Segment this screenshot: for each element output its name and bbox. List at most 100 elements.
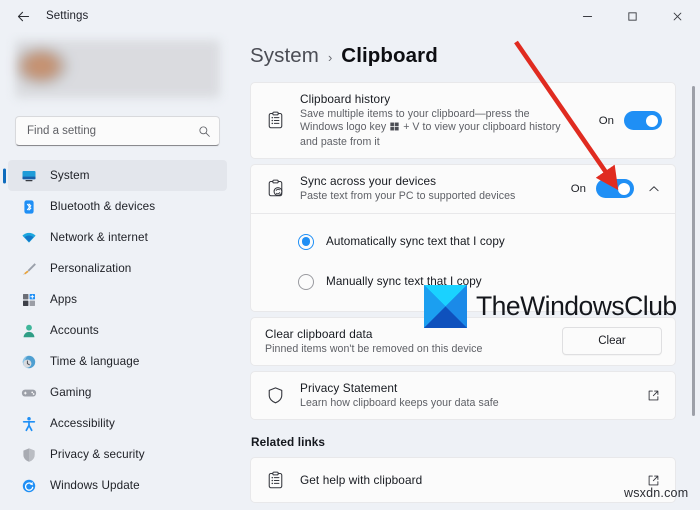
paintbrush-icon: [20, 260, 37, 277]
app-title: Settings: [46, 10, 89, 22]
clock-globe-icon: [20, 353, 37, 370]
sidebar-item-label: Time & language: [50, 355, 140, 368]
clear-button[interactable]: Clear: [562, 327, 662, 356]
clipboard-history-title: Clipboard history: [300, 92, 391, 106]
sync-devices-row[interactable]: Sync across your devices Paste text from…: [251, 165, 675, 212]
sidebar-item-gaming[interactable]: Gaming: [8, 377, 227, 408]
clear-clipboard-description: Pinned items won't be removed on this de…: [265, 342, 483, 355]
close-icon: [673, 12, 682, 20]
main-scrollbar[interactable]: [692, 86, 695, 416]
clipboard-history-toggle-state: On: [598, 114, 614, 127]
maximize-button[interactable]: [610, 0, 655, 32]
sidebar-item-time-language[interactable]: Time & language: [8, 346, 227, 377]
search-icon: [198, 125, 211, 138]
sync-devices-toggle[interactable]: [596, 179, 634, 199]
sidebar-item-label: Bluetooth & devices: [50, 200, 156, 213]
clipboard-history-text: Clipboard history Save multiple items to…: [300, 92, 589, 149]
get-help-control: [644, 474, 662, 487]
main-content: System › Clipboard Clipboard history Sav…: [235, 32, 700, 510]
back-arrow-icon: [17, 11, 29, 21]
clipboard-sync-icon: [264, 179, 286, 198]
sidebar-item-label: Gaming: [50, 386, 92, 399]
sync-devices-control: On: [570, 179, 662, 199]
clipboard-history-row[interactable]: Clipboard history Save multiple items to…: [251, 83, 675, 158]
gamepad-icon: [20, 384, 37, 401]
sync-option-automatic[interactable]: Automatically sync text that I copy: [251, 214, 675, 262]
sidebar-item-label: System: [50, 169, 90, 182]
sidebar: System Bluetooth & devices: [0, 32, 235, 510]
window-controls: [565, 0, 700, 32]
person-icon: [20, 322, 37, 339]
search-box[interactable]: [15, 116, 220, 146]
get-help-row[interactable]: Get help with clipboard: [251, 458, 675, 502]
description-line-2b: + V to view your clipboard history: [403, 121, 561, 134]
breadcrumb: System › Clipboard: [250, 32, 700, 82]
wifi-icon: [20, 229, 37, 246]
toggle-knob: [618, 182, 630, 195]
watermark-text: TheWindowsClub: [476, 291, 677, 321]
clear-clipboard-text: Clear clipboard data Pinned items won't …: [265, 327, 552, 356]
sidebar-item-label: Apps: [50, 293, 78, 306]
apps-grid-icon: [20, 291, 37, 308]
minimize-button[interactable]: [565, 0, 610, 32]
sidebar-item-system[interactable]: System: [8, 160, 227, 191]
clipboard-list-icon: [264, 111, 286, 130]
maximize-icon: [628, 11, 637, 21]
sidebar-item-apps[interactable]: Apps: [8, 284, 227, 315]
sync-devices-toggle-state: On: [570, 182, 586, 195]
clipboard-history-card: Clipboard history Save multiple items to…: [250, 82, 676, 160]
description-line-1: Save multiple items to your clipboard—pr…: [300, 108, 530, 120]
sync-devices-card: Sync across your devices Paste text from…: [250, 164, 676, 213]
sync-devices-title: Sync across your devices: [300, 174, 437, 189]
user-profile-blurred[interactable]: [15, 40, 220, 98]
privacy-statement-row[interactable]: Privacy Statement Learn how clipboard ke…: [251, 372, 675, 419]
radio-automatic[interactable]: [298, 233, 314, 250]
clipboard-list-icon: [264, 471, 286, 490]
bluetooth-icon: [20, 198, 37, 215]
clipboard-history-control: On: [598, 111, 662, 131]
clipboard-history-toggle[interactable]: [624, 111, 662, 131]
page-title: Clipboard: [341, 44, 438, 67]
description-line-2a: Windows logo key: [300, 121, 387, 134]
privacy-statement-description: Learn how clipboard keeps your data safe: [300, 397, 499, 410]
privacy-statement-text: Privacy Statement Learn how clipboard ke…: [300, 381, 634, 410]
thewindowsclub-logo-icon: [424, 285, 467, 328]
sidebar-item-label: Accessibility: [50, 417, 115, 430]
privacy-statement-title: Privacy Statement: [300, 381, 398, 396]
back-button[interactable]: [8, 1, 38, 31]
sidebar-item-privacy-security[interactable]: Privacy & security: [8, 439, 227, 470]
breadcrumb-parent[interactable]: System: [250, 44, 319, 68]
sidebar-item-accounts[interactable]: Accounts: [8, 315, 227, 346]
site-watermark: wsxdn.com: [624, 486, 689, 500]
sidebar-item-label: Personalization: [50, 262, 132, 275]
sidebar-item-label: Privacy & security: [50, 448, 145, 461]
breadcrumb-separator-icon: ›: [327, 50, 333, 65]
get-help-text: Get help with clipboard: [300, 473, 634, 488]
sidebar-item-network-internet[interactable]: Network & internet: [8, 222, 227, 253]
sidebar-item-accessibility[interactable]: Accessibility: [8, 408, 227, 439]
related-link-card: Get help with clipboard: [250, 457, 676, 504]
radio-manual[interactable]: [298, 273, 314, 290]
description-line-3: and paste from it: [300, 135, 380, 148]
title-bar: Settings: [0, 0, 700, 32]
search-input[interactable]: [27, 125, 198, 137]
windows-logo-key-icon: [390, 122, 399, 135]
external-link-icon[interactable]: [644, 474, 662, 487]
get-help-title: Get help with clipboard: [300, 472, 423, 487]
sidebar-item-personalization[interactable]: Personalization: [8, 253, 227, 284]
sidebar-item-label: Network & internet: [50, 231, 148, 244]
toggle-knob: [646, 114, 658, 127]
external-link-icon[interactable]: [644, 389, 662, 402]
close-button[interactable]: [655, 0, 700, 32]
sidebar-item-bluetooth-devices[interactable]: Bluetooth & devices: [8, 191, 227, 222]
sidebar-item-windows-update[interactable]: Windows Update: [8, 470, 227, 501]
thewindowsclub-watermark: TheWindowsClub: [424, 285, 677, 328]
privacy-statement-card: Privacy Statement Learn how clipboard ke…: [250, 371, 676, 421]
sync-option-label: Automatically sync text that I copy: [326, 235, 505, 249]
chevron-up-icon[interactable]: [646, 183, 662, 195]
sync-devices-text: Sync across your devices Paste text from…: [300, 174, 561, 203]
privacy-statement-control: [644, 389, 662, 402]
update-refresh-icon: [20, 477, 37, 494]
related-links-heading: Related links: [251, 435, 326, 450]
accessibility-person-icon: [20, 415, 37, 432]
